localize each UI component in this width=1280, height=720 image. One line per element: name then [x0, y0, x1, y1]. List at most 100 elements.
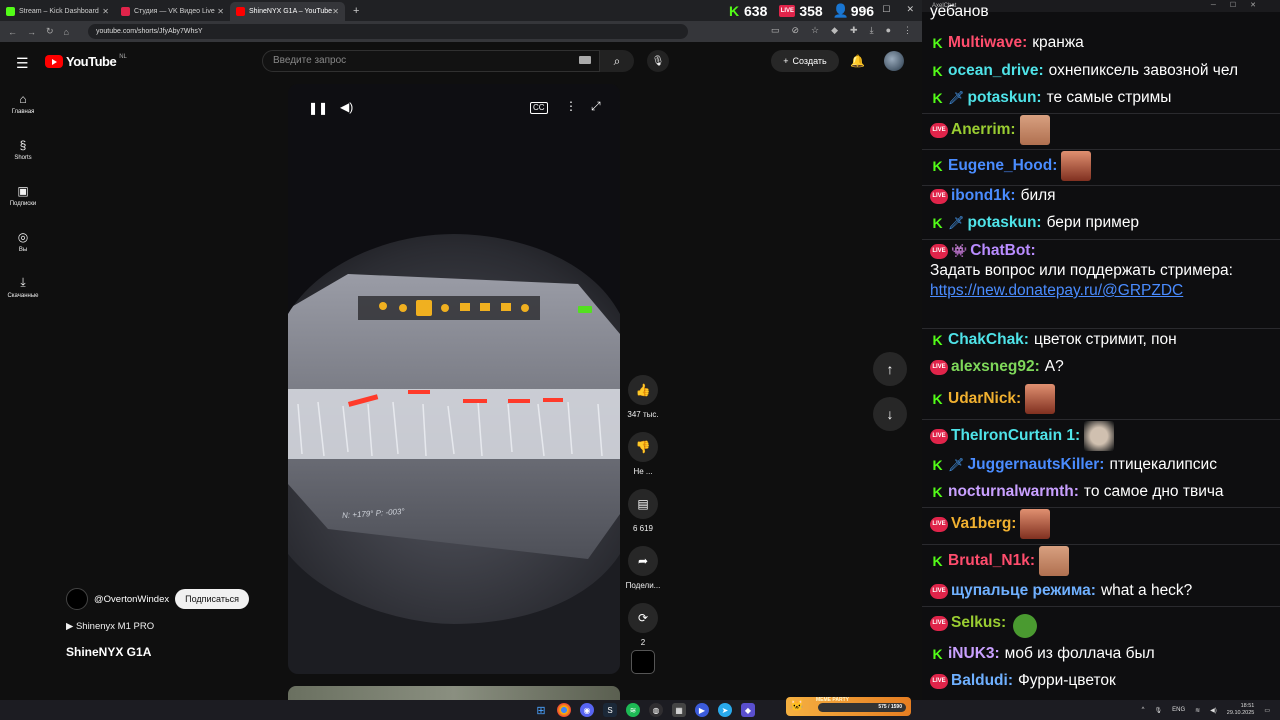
volume-icon[interactable]: ◀): [340, 100, 353, 114]
chat-nickname[interactable]: JuggernautsKiller:: [968, 455, 1105, 475]
vk-live-badge-icon: LIVE: [930, 428, 948, 444]
tab-youtube[interactable]: ShineNYX G1A – YouTube ✕: [230, 2, 345, 21]
search-button[interactable]: ⌕: [600, 50, 634, 72]
chat-app-icon[interactable]: ◆: [741, 703, 755, 717]
chat-nickname[interactable]: щупальце режима:: [951, 581, 1096, 601]
sound-thumbnail[interactable]: [631, 650, 655, 674]
channel-name[interactable]: @OvertonWindex: [94, 594, 169, 605]
keyboard-icon[interactable]: [579, 56, 591, 64]
chat-nickname[interactable]: potaskun:: [968, 88, 1042, 108]
discord-icon[interactable]: ◉: [580, 703, 594, 717]
back-icon[interactable]: ←: [8, 27, 17, 37]
chat-nickname[interactable]: Baldudi:: [951, 671, 1013, 691]
chat-message: K 🗡 JuggernautsKiller: птицекалипсис: [930, 455, 1275, 475]
chat-nickname[interactable]: Multiwave:: [948, 33, 1027, 53]
minimize-icon[interactable]: ─: [860, 4, 866, 15]
hamburger-menu-icon[interactable]: ☰: [16, 55, 29, 72]
chat-nickname[interactable]: Selkus:: [951, 613, 1006, 633]
close-icon[interactable]: ✕: [332, 7, 339, 16]
chat-nickname[interactable]: potaskun:: [968, 213, 1042, 233]
close-window-icon[interactable]: ✕: [906, 4, 914, 15]
chat-nickname[interactable]: UdarNick:: [948, 389, 1021, 409]
sidebar-item-subscriptions[interactable]: ▣ Подписки: [0, 172, 46, 218]
chat-nickname[interactable]: Brutal_N1k:: [948, 551, 1035, 571]
chat-nickname[interactable]: ChakChak:: [948, 330, 1029, 350]
cast-icon[interactable]: ▭: [771, 25, 780, 36]
pause-icon[interactable]: ❚❚: [308, 101, 328, 115]
create-button[interactable]: + Создать: [771, 50, 839, 72]
share-button[interactable]: ➦ Подели...: [622, 546, 664, 591]
translate-icon[interactable]: ⊘: [791, 25, 799, 36]
puzzle-icon[interactable]: ✚: [850, 25, 858, 36]
avatar[interactable]: [884, 51, 904, 71]
steam-icon[interactable]: S: [603, 703, 617, 717]
youtube-logo[interactable]: YouTube NL: [45, 54, 127, 69]
shorts-video-player[interactable]: ❚❚ ◀) CC ⋮ ⤢ N: +179° P: -003°: [288, 84, 620, 674]
next-short-button[interactable]: ↓: [873, 397, 907, 431]
sidebar-item-shorts[interactable]: § Shorts: [0, 126, 46, 172]
chat-nickname[interactable]: TheIronCurtain 1:: [951, 426, 1080, 446]
url-field[interactable]: youtube.com/shorts/JfyАby7WhsY: [88, 24, 688, 39]
menu-dots-icon[interactable]: ⋮: [903, 25, 912, 36]
notifications-icon[interactable]: ▭: [1264, 707, 1270, 714]
kick-logo-icon: K: [728, 2, 740, 19]
channel-avatar[interactable]: [66, 588, 88, 610]
subscribe-button[interactable]: Подписаться: [175, 589, 250, 609]
mic-tray-icon[interactable]: 🎙: [1155, 707, 1163, 714]
comments-button[interactable]: ▤ 6 619: [622, 489, 664, 534]
close-icon[interactable]: ✕: [217, 7, 224, 16]
tab-kick-dashboard[interactable]: Stream – Kick Dashboard ✕: [0, 2, 115, 21]
previous-short-button[interactable]: ↑: [873, 352, 907, 386]
chat-nickname[interactable]: ibond1k:: [951, 186, 1016, 206]
voice-search-button[interactable]: 🎙: [647, 50, 669, 72]
sidebar-item-downloads[interactable]: ⤓ Скачанные: [0, 264, 46, 310]
chat-link[interactable]: https://new.donatepay.ru/@GRPZDC: [930, 281, 1275, 301]
music-link[interactable]: ▶ Shinenyx M1 PRO: [66, 621, 154, 632]
chat-nickname[interactable]: alexsneg92:: [951, 357, 1040, 377]
profile-icon[interactable]: ●: [886, 25, 891, 36]
chat-nickname[interactable]: Eugene_Hood:: [948, 156, 1057, 176]
close-icon[interactable]: ✕: [102, 7, 109, 16]
chat-nickname[interactable]: Va1berg:: [951, 514, 1016, 534]
app-icon[interactable]: ▶: [695, 703, 709, 717]
more-options-icon[interactable]: ⋮: [565, 99, 577, 113]
chat-nickname[interactable]: ChatBot:: [970, 241, 1035, 261]
emote-laugh-icon: [1061, 151, 1092, 181]
media-player-icon[interactable]: ▦: [672, 703, 686, 717]
reload-icon[interactable]: ↻: [46, 26, 54, 37]
meme-party-widget[interactable]: MEME PARTY 🐱 575 / 1590: [786, 697, 911, 716]
telegram-icon[interactable]: ➤: [718, 703, 732, 717]
wifi-icon[interactable]: ≋: [1195, 707, 1200, 714]
chrome-icon[interactable]: [557, 703, 571, 717]
forward-icon[interactable]: →: [27, 27, 36, 37]
bookmark-star-icon[interactable]: ☆: [811, 25, 819, 36]
fullscreen-icon[interactable]: ⤢: [591, 99, 601, 114]
chat-nickname[interactable]: Anerrim:: [951, 120, 1016, 140]
remix-button[interactable]: ⟳ 2: [622, 603, 664, 648]
tab-vk-studio[interactable]: Студия — VK Видео Live ✕: [115, 2, 230, 21]
obs-icon[interactable]: ◍: [649, 703, 663, 717]
home-browser-icon[interactable]: ⌂: [64, 27, 69, 37]
sidebar-item-you[interactable]: ◎ Вы: [0, 218, 46, 264]
download-browser-icon[interactable]: ⤓: [870, 25, 874, 36]
clock[interactable]: 18:51 29.10.2025: [1227, 703, 1255, 717]
chat-nickname[interactable]: iNUK3:: [948, 644, 1000, 664]
captions-icon[interactable]: CC: [530, 102, 548, 114]
chat-nickname[interactable]: nocturnalwarmth:: [948, 482, 1079, 502]
speaker-icon[interactable]: ◀): [1210, 707, 1217, 714]
sidebar-item-home[interactable]: ⌂ Главная: [0, 80, 46, 126]
maximize-icon[interactable]: ☐: [882, 4, 890, 15]
like-button[interactable]: 👍 347 тыс.: [622, 375, 664, 420]
extension-icon[interactable]: ◆: [831, 25, 838, 36]
language-indicator[interactable]: ENG: [1172, 707, 1185, 713]
tray-arrow-icon[interactable]: ^: [1142, 707, 1145, 713]
search-input[interactable]: Введите запрос: [262, 50, 600, 72]
system-tray: ^ 🎙 ENG ≋ ◀) 18:51 29.10.2025 ▭: [1142, 703, 1270, 717]
new-tab-button[interactable]: +: [345, 2, 367, 21]
spotify-icon[interactable]: ≋: [626, 703, 640, 717]
notifications-bell-icon[interactable]: 🔔: [850, 54, 865, 68]
next-video-preview[interactable]: [288, 686, 620, 700]
dislike-button[interactable]: 👎 Не ...: [622, 432, 664, 477]
windows-start-icon[interactable]: ⊞: [534, 703, 548, 717]
chat-nickname[interactable]: ocean_drive:: [948, 61, 1044, 81]
